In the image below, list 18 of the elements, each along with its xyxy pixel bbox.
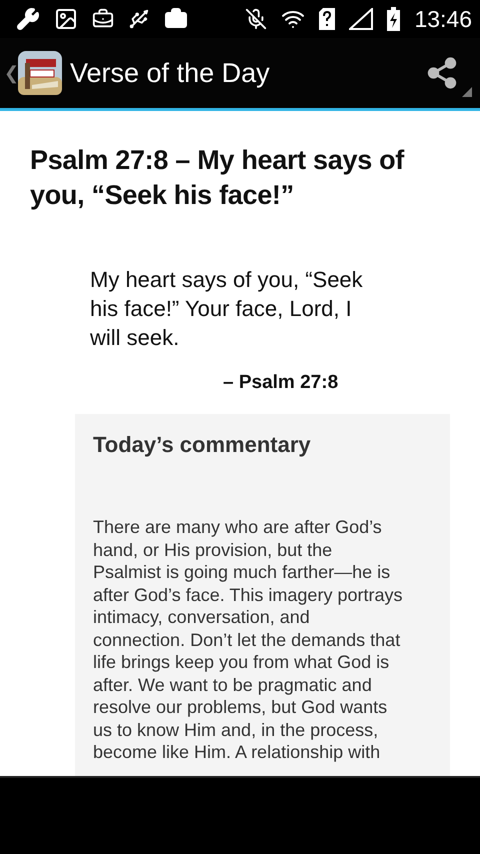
commentary-heading: Today’s commentary — [93, 432, 312, 458]
verse-reference: – Psalm 27:8 — [223, 372, 340, 394]
image-icon — [54, 7, 78, 31]
sim-icon — [319, 8, 336, 30]
mute-icon — [245, 8, 268, 30]
commentary-text: There are many who are after God’s hand, or His provision, but the Psalmist is going much farther—he is after God’s face. This imagery portrays intimacy, conversation, and connection. Don’t let the demands that life brings keep you from what God is after. We want to be pragmatic and resolve our problems, but God wants us to know Him and, in the process, become like Him. A relationship with — [93, 516, 404, 764]
screen-title: Verse of the Day — [70, 58, 271, 88]
overflow-corner-icon — [462, 87, 472, 97]
usb-icon — [128, 8, 150, 30]
battery-icon — [387, 7, 400, 31]
signal-icon — [349, 8, 374, 30]
back-arrow[interactable]: ❮ — [4, 62, 18, 84]
clock: 13:46 — [414, 6, 472, 32]
share-icon — [425, 56, 459, 90]
app-icon — [18, 51, 62, 95]
wrench-icon — [16, 7, 40, 31]
verse-text: My heart says of you, “Seek his face!” Your face, Lord, I will seek. — [90, 266, 364, 352]
verse-heading: Psalm 27:8 – My heart says of you, “Seek his face!” — [30, 144, 406, 212]
